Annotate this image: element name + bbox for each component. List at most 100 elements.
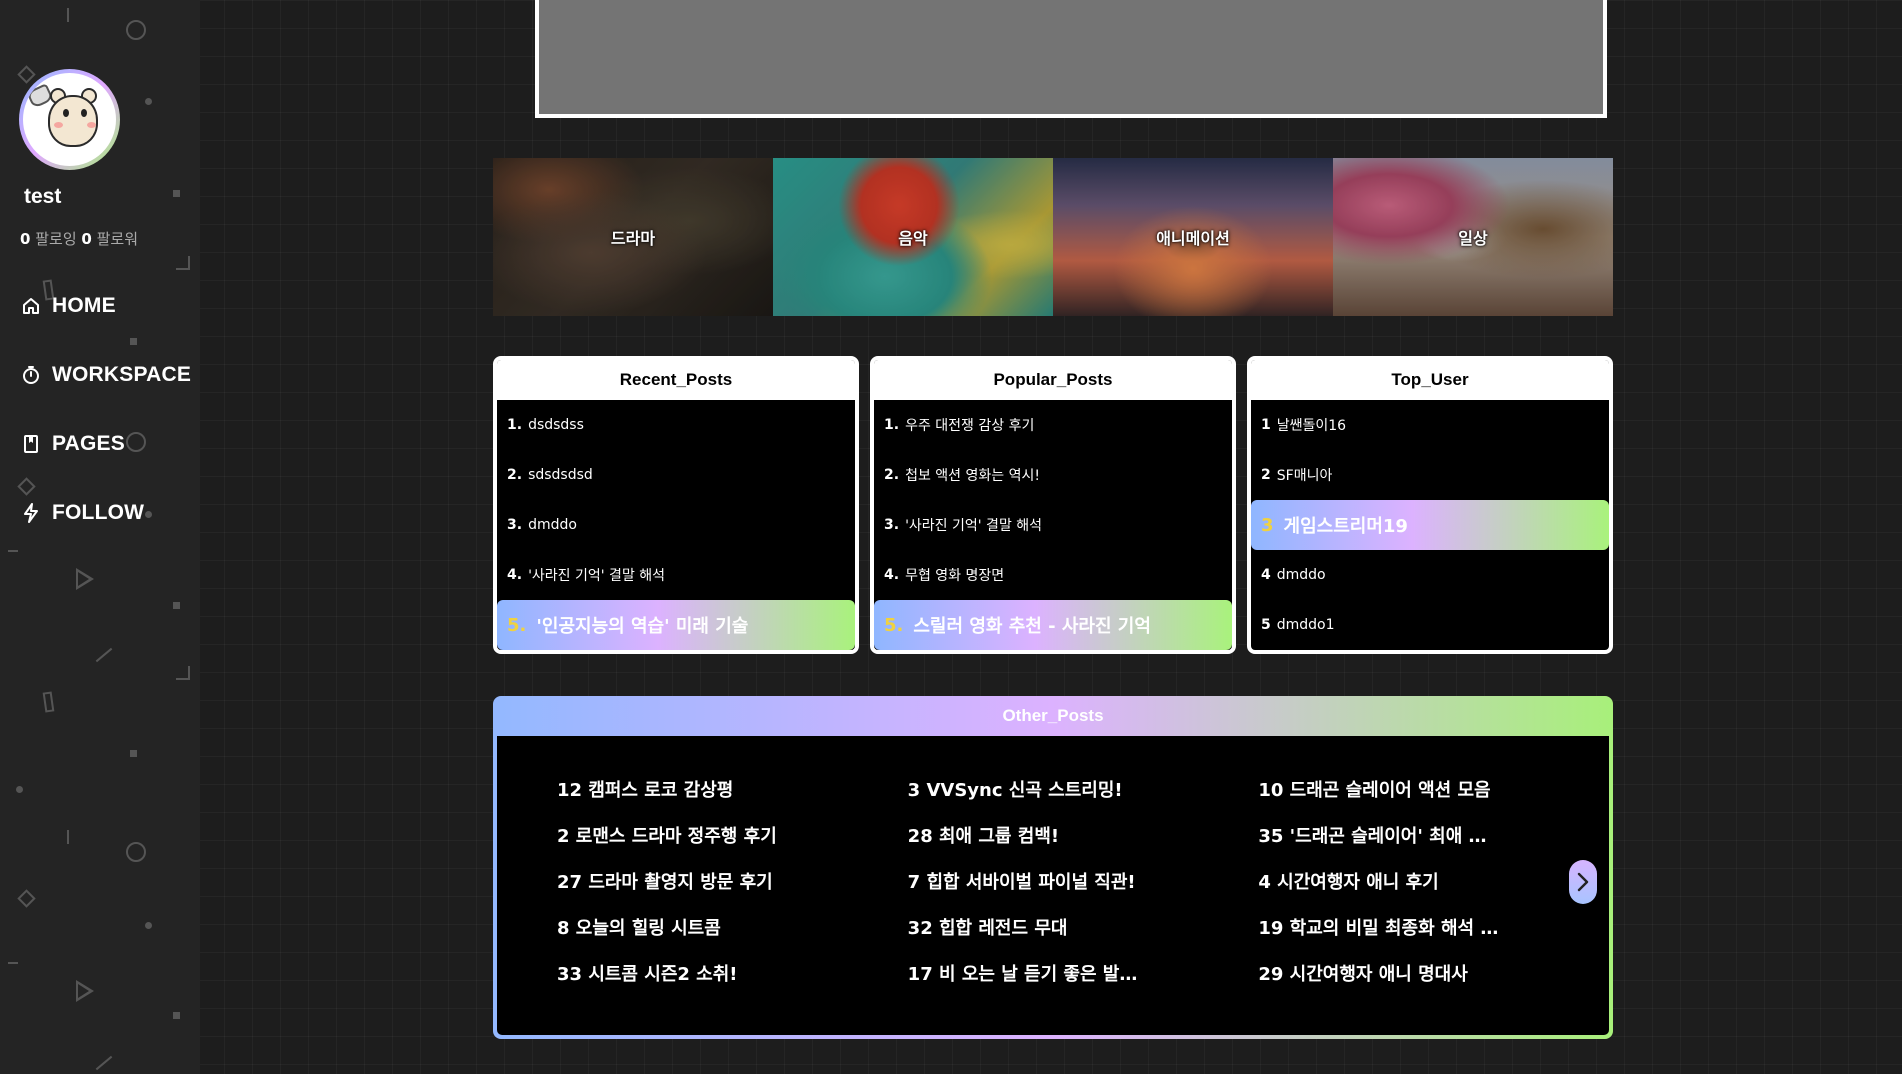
nav-item-pages[interactable]: PAGES <box>20 426 191 462</box>
avatar[interactable] <box>19 69 120 170</box>
chevron-right-icon <box>1577 872 1589 892</box>
list-item[interactable]: 5 dmddo1 <box>1251 600 1609 650</box>
decor-dot <box>16 786 23 793</box>
other-posts-panel: Other_Posts 12 캠퍼스 로코 감상평 2 로맨스 드라마 정주행 … <box>493 696 1613 1039</box>
decor-square <box>173 602 180 609</box>
decor-dot <box>145 922 152 929</box>
timer-icon <box>20 364 42 386</box>
other-posts-body: 12 캠퍼스 로코 감상평 2 로맨스 드라마 정주행 후기 27 드라마 촬영… <box>497 736 1609 1035</box>
list-item[interactable]: 29 시간여행자 애니 명대사 <box>1258 960 1498 1006</box>
decor-line <box>67 8 69 22</box>
category-label: 애니메이션 <box>1156 229 1230 248</box>
decor-corner <box>176 666 190 680</box>
sidebar: test 0 팔로잉 0 팔로워 HOME WORKSPACE PAGES FO… <box>0 0 200 1074</box>
list-item[interactable]: 2. 첩보 액션 영화는 역시! <box>874 450 1232 500</box>
list-item[interactable]: 8 오늘의 힐링 시트콤 <box>557 914 797 960</box>
list-item[interactable]: 3. '사라진 기억' 결말 해석 <box>874 500 1232 550</box>
list-item[interactable]: 28 최애 그룹 컴백! <box>908 822 1148 868</box>
panel-title: Recent_Posts <box>497 360 855 400</box>
decor-slash <box>95 1055 113 1071</box>
book-icon <box>20 433 42 455</box>
list-item[interactable]: 1 날쌘돌이16 <box>1251 400 1609 450</box>
list-item[interactable]: 10 드래곤 슬레이어 액션 모음 <box>1258 776 1498 822</box>
decor-slash <box>95 647 113 663</box>
main-nav: HOME WORKSPACE PAGES FOLLOW <box>20 288 191 564</box>
other-posts-column: 3 VVSync 신곡 스트리밍! 28 최애 그룹 컴백! 7 힙합 서바이벌… <box>908 776 1259 1035</box>
category-drama[interactable]: 드라마 <box>493 158 773 316</box>
followers-count: 0 <box>81 230 92 248</box>
decor-diamond <box>17 65 36 84</box>
list-item-highlighted[interactable]: 3 게임스트리머19 <box>1251 500 1609 550</box>
decor-square <box>173 1012 180 1019</box>
category-label: 일상 <box>1458 229 1488 248</box>
list-item[interactable]: 2 로맨스 드라마 정주행 후기 <box>557 822 797 868</box>
bolt-icon <box>20 502 42 524</box>
decor-square <box>173 190 180 197</box>
decor-circle <box>126 842 146 862</box>
top-user-list: 1 날쌘돌이16 2 SF매니아 3 게임스트리머19 4 dmddo 5 dmddo1 <box>1251 400 1609 650</box>
profile-username: test <box>24 185 62 208</box>
panel-title: Popular_Posts <box>874 360 1232 400</box>
nav-label: PAGES <box>52 432 125 455</box>
follow-stats: 0 팔로잉 0 팔로워 <box>20 228 138 249</box>
decor-triangle <box>76 980 94 1002</box>
decor-line <box>8 962 18 964</box>
list-item[interactable]: 7 힙합 서바이벌 파이널 직관! <box>908 868 1148 914</box>
list-item[interactable]: 4. '사라진 기억' 결말 해석 <box>497 550 855 600</box>
nav-item-follow[interactable]: FOLLOW <box>20 495 191 531</box>
nav-label: FOLLOW <box>52 501 145 524</box>
category-label: 음악 <box>898 229 928 248</box>
list-item[interactable]: 33 시트콤 시즌2 소취! <box>557 960 797 1006</box>
list-item[interactable]: 19 학교의 비밀 최종화 해석 (스포 주의) <box>1258 914 1498 960</box>
top-user-panel: Top_User 1 날쌘돌이16 2 SF매니아 3 게임스트리머19 4 dmddo… <box>1247 356 1613 654</box>
following-label[interactable]: 팔로잉 <box>35 230 76 248</box>
list-item[interactable]: 4. 무협 영화 명장면 <box>874 550 1232 600</box>
decor-diamond <box>17 889 36 908</box>
panel-title: Other_Posts <box>1002 706 1104 725</box>
panel-title: Top_User <box>1251 360 1609 400</box>
category-strip: 드라마 음악 애니메이션 일상 <box>493 158 1613 316</box>
list-item[interactable]: 2. sdsdsdsd <box>497 450 855 500</box>
list-item[interactable]: 2 SF매니아 <box>1251 450 1609 500</box>
list-item-highlighted[interactable]: 5. '인공지능의 역습' 미래 기술 <box>497 600 855 650</box>
decor-corner <box>176 256 190 270</box>
decor-triangle <box>76 568 94 590</box>
recent-posts-list: 1. dsdsdss 2. sdsdsdsd 3. dmddo 4. '사라진 기억' … <box>497 400 855 650</box>
decor-line <box>8 550 18 552</box>
nav-label: HOME <box>52 294 116 317</box>
nav-label: WORKSPACE <box>52 363 192 386</box>
list-item[interactable]: 1. dsdsdss <box>497 400 855 450</box>
list-item[interactable]: 32 힙합 레전드 무대 <box>908 914 1148 960</box>
decor-dot <box>145 98 152 105</box>
decor-line <box>67 830 69 844</box>
ranking-panels: Recent_Posts 1. dsdsdss 2. sdsdsdsd 3. dmdd… <box>493 356 1613 654</box>
category-daily[interactable]: 일상 <box>1333 158 1613 316</box>
list-item[interactable]: 4 시간여행자 애니 후기 <box>1258 868 1498 914</box>
other-posts-column: 10 드래곤 슬레이어 액션 모음 35 '드래곤 슬레이어' 최애 기술 4 … <box>1258 776 1609 1035</box>
list-item[interactable]: 1. 우주 대전쟁 감상 후기 <box>874 400 1232 450</box>
recent-posts-panel: Recent_Posts 1. dsdsdss 2. sdsdsdsd 3. dmdd… <box>493 356 859 654</box>
popular-posts-list: 1. 우주 대전쟁 감상 후기 2. 첩보 액션 영화는 역시! 3. '사라진 기억… <box>874 400 1232 650</box>
list-item[interactable]: 3 VVSync 신곡 스트리밍! <box>908 776 1148 822</box>
popular-posts-panel: Popular_Posts 1. 우주 대전쟁 감상 후기 2. 첩보 액션 영화는… <box>870 356 1236 654</box>
hamster-avatar-image <box>23 73 116 166</box>
list-item[interactable]: 12 캠퍼스 로코 감상평 <box>557 776 797 822</box>
category-music[interactable]: 음악 <box>773 158 1053 316</box>
list-item-highlighted[interactable]: 5. 스릴러 영화 추천 - 사라진 기억 <box>874 600 1232 650</box>
next-page-button[interactable] <box>1569 860 1597 904</box>
followers-label[interactable]: 팔로워 <box>97 230 138 248</box>
nav-item-workspace[interactable]: WORKSPACE <box>20 357 191 393</box>
nav-item-home[interactable]: HOME <box>20 288 191 324</box>
list-item[interactable]: 17 비 오는 날 듣기 좋은 발라드 <box>908 960 1148 1006</box>
list-item[interactable]: 27 드라마 촬영지 방문 후기 <box>557 868 797 914</box>
category-label: 드라마 <box>610 229 656 248</box>
list-item[interactable]: 3. dmddo <box>497 500 855 550</box>
list-item[interactable]: 4 dmddo <box>1251 550 1609 600</box>
following-count: 0 <box>20 230 31 248</box>
decor-square <box>130 750 137 757</box>
home-icon <box>20 295 42 317</box>
category-animation[interactable]: 애니메이션 <box>1053 158 1333 316</box>
other-posts-column: 12 캠퍼스 로코 감상평 2 로맨스 드라마 정주행 후기 27 드라마 촬영… <box>557 776 908 1035</box>
list-item[interactable]: 35 '드래곤 슬레이어' 최애 기술 <box>1258 822 1498 868</box>
decor-rect <box>42 691 55 713</box>
